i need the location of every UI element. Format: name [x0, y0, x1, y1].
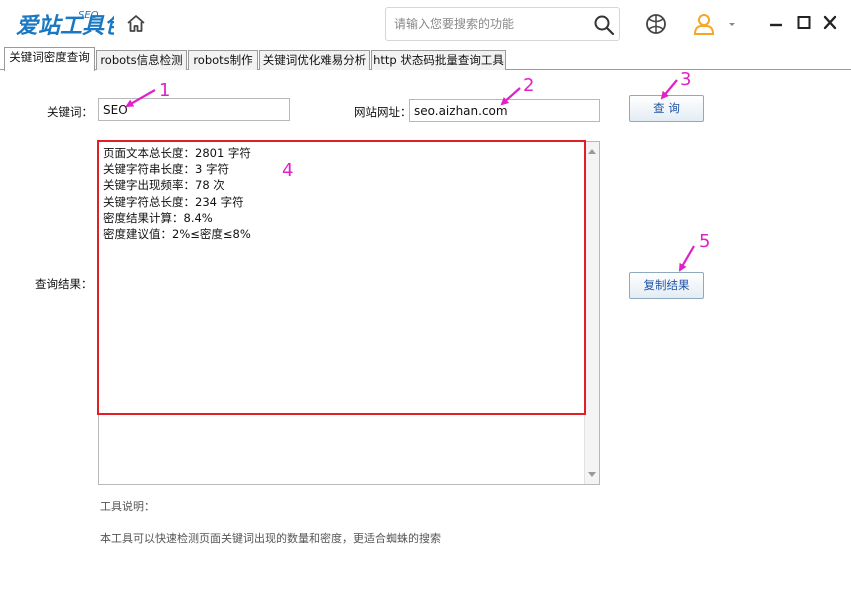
keyword-input[interactable]	[98, 98, 290, 121]
site-url-input[interactable]	[409, 99, 600, 122]
aizhan-logo: 爱站工具包 SEO	[16, 10, 114, 39]
scroll-up-arrow-icon[interactable]	[588, 149, 596, 154]
annotation-number-3: 3	[680, 69, 692, 90]
basketball-icon[interactable]	[644, 12, 668, 36]
search-box	[385, 7, 620, 41]
result-line-density-suggestion: 密度建议值：2%≤密度≤8%	[103, 227, 251, 242]
home-icon[interactable]	[124, 12, 148, 36]
search-icon[interactable]	[593, 14, 615, 36]
annotation-arrow-5	[678, 245, 695, 272]
scroll-down-arrow-icon[interactable]	[588, 472, 596, 477]
annotation-number-2: 2	[523, 75, 535, 96]
svg-text:爱站工具包: 爱站工具包	[16, 13, 114, 39]
result-label: 查询结果：	[35, 277, 93, 291]
tab-bar: 关键词密度查询 robots信息检测 robots制作 关键词优化难易分析 ht…	[0, 47, 851, 71]
search-input[interactable]	[394, 14, 589, 34]
result-line-density: 密度结果计算：8.4%	[103, 210, 213, 225]
result-text: 页面文本总长度：2801 字符 关键字符串长度：3 字符 关键字出现频率：78 …	[103, 145, 583, 242]
close-icon[interactable]	[821, 13, 839, 33]
site-url-label: 网站网址：	[354, 105, 412, 119]
tab-keyword-difficulty[interactable]: 关键词优化难易分析	[259, 50, 370, 70]
query-button[interactable]: 查 询	[629, 95, 704, 122]
tab-robots-check[interactable]: robots信息检测	[96, 50, 187, 70]
result-line-keyword-frequency: 关键字出现频率：78 次	[103, 178, 225, 193]
tab-keyword-density[interactable]: 关键词密度查询	[4, 47, 95, 71]
minimize-icon[interactable]	[767, 13, 785, 33]
tab-http-status[interactable]: http 状态码批量查询工具	[371, 50, 506, 70]
annotation-number-1: 1	[159, 80, 171, 101]
copy-result-button[interactable]: 复制结果	[629, 272, 704, 299]
user-avatar-icon[interactable]	[692, 12, 716, 36]
result-line-keyword-length: 关键字符串长度：3 字符	[103, 162, 229, 177]
result-textarea[interactable]: 页面文本总长度：2801 字符 关键字符串长度：3 字符 关键字出现频率：78 …	[98, 141, 600, 485]
keyword-label: 关键词：	[47, 105, 93, 119]
annotation-number-5: 5	[699, 231, 711, 252]
svg-text:SEO: SEO	[78, 10, 99, 21]
chevron-down-icon[interactable]	[726, 12, 738, 36]
tool-description-title: 工具说明：	[100, 500, 155, 513]
title-bar: 爱站工具包 SEO	[0, 0, 851, 47]
maximize-icon[interactable]	[795, 13, 813, 33]
keyword-density-panel: 关键词： 网站网址： 查 询 查询结果： 页面文本总长度：2801 字符 关键字…	[0, 69, 851, 610]
result-scrollbar[interactable]	[584, 142, 599, 484]
tool-description-text: 本工具可以快速检测页面关键词出现的数量和密度，更适合蜘蛛的搜索	[100, 532, 441, 545]
annotation-number-4: 4	[282, 160, 294, 181]
result-line-keyword-total-length: 关键字符总长度：234 字符	[103, 194, 244, 209]
result-line-text-length: 页面文本总长度：2801 字符	[103, 146, 251, 160]
tab-robots-make[interactable]: robots制作	[188, 50, 258, 70]
